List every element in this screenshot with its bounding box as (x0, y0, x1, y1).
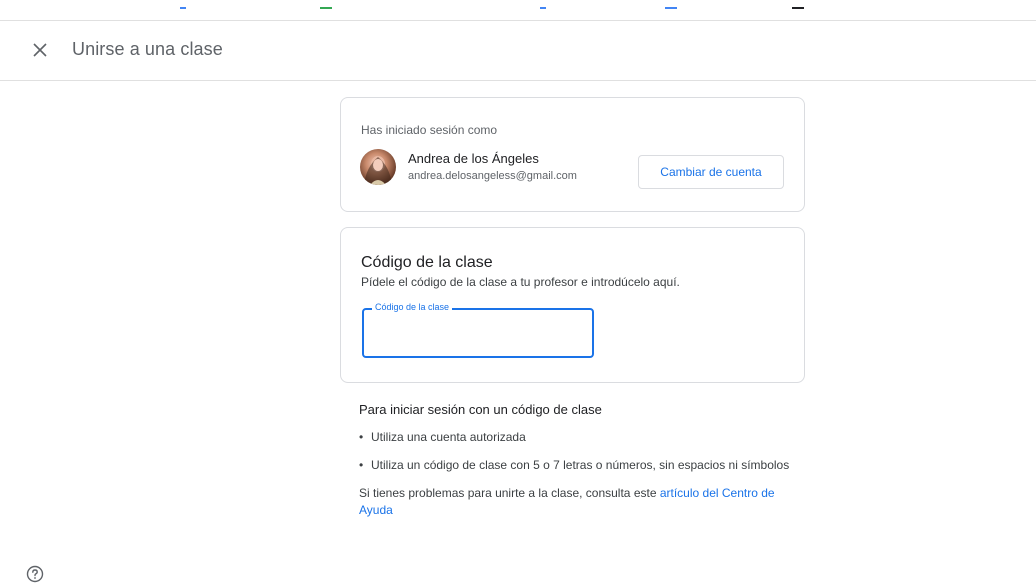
top-app-bar: Unirse a una clase (0, 20, 1036, 81)
class-code-field: Código de la clase (362, 302, 594, 358)
close-icon[interactable] (28, 38, 52, 62)
top-strip (0, 0, 1036, 20)
class-code-subtitle: Pídele el código de la clase a tu profes… (361, 275, 680, 289)
help-text: Si tienes problemas para unirte a la cla… (359, 485, 799, 519)
info-list: Utiliza una cuenta autorizada Utiliza un… (359, 429, 799, 474)
account-name: Andrea de los Ángeles (408, 151, 539, 166)
info-heading: Para iniciar sesión con un código de cla… (359, 402, 602, 417)
switch-account-button[interactable]: Cambiar de cuenta (638, 155, 784, 189)
class-code-title: Código de la clase (361, 254, 493, 271)
account-email: andrea.delosangeless@gmail.com (408, 170, 577, 182)
list-item: Utiliza un código de clase con 5 o 7 let… (359, 457, 799, 474)
class-code-input[interactable] (364, 310, 592, 356)
list-item: Utiliza una cuenta autorizada (359, 429, 799, 446)
info-section: Para iniciar sesión con un código de cla… (359, 402, 799, 519)
avatar (360, 149, 396, 185)
account-card: Has iniciado sesión como Andrea de los Á… (340, 97, 805, 212)
signed-in-label: Has iniciado sesión como (361, 123, 498, 137)
help-text-prefix: Si tienes problemas para unirte a la cla… (359, 486, 660, 500)
help-icon[interactable] (26, 565, 44, 583)
page-title: Unirse a una clase (72, 39, 223, 59)
class-code-card: Código de la clase Pídele el código de l… (340, 227, 805, 383)
